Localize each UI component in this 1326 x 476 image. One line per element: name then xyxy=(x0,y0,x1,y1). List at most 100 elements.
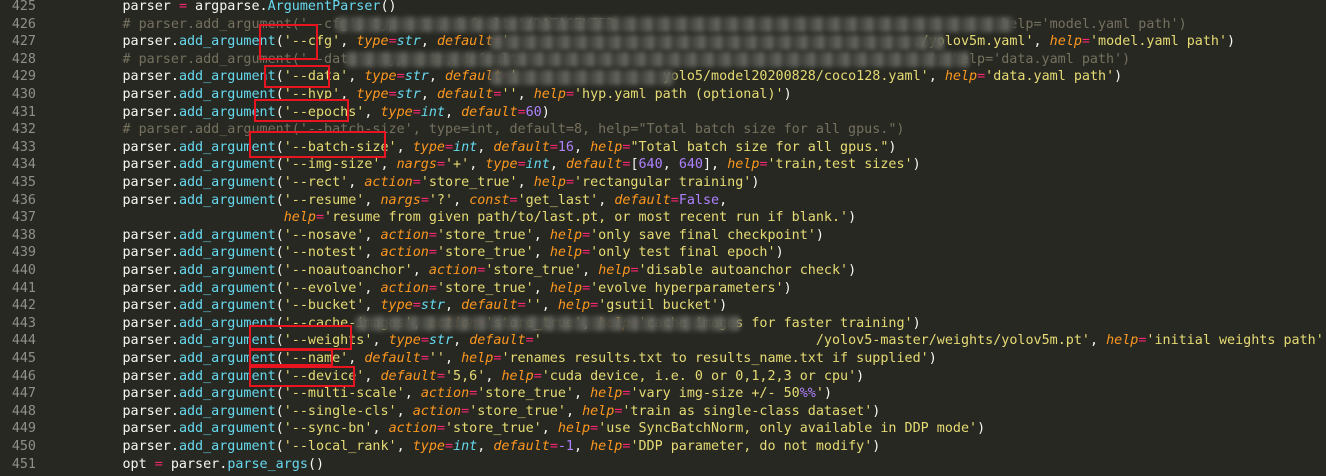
code-token: = xyxy=(436,421,445,437)
line-number: 429 xyxy=(11,69,36,85)
code-token: , xyxy=(574,139,591,155)
code-token: , xyxy=(1089,333,1107,349)
line-number: 444 xyxy=(11,333,36,349)
line-number: 437 xyxy=(11,210,36,226)
code-token: action xyxy=(412,403,462,419)
code-token: , xyxy=(574,439,591,454)
code-token: () xyxy=(380,0,397,14)
code-line[interactable]: 441 parser.add_argument('--evolve', acti… xyxy=(0,280,1326,298)
code-token: 60 xyxy=(525,104,542,120)
code-text: parser.add_argument('--img-size', nargs=… xyxy=(58,156,1326,174)
code-token: action xyxy=(380,245,429,261)
code-line[interactable]: 437 help='resume from given path/to/last… xyxy=(0,209,1326,227)
code-line[interactable]: 451 opt = parser.parse_args() xyxy=(0,456,1326,474)
code-token: help xyxy=(283,210,316,226)
code-line[interactable]: 450 parser.add_argument('--local_rank', … xyxy=(0,438,1326,456)
line-number: 441 xyxy=(11,280,36,296)
code-token: 'store_true' xyxy=(436,227,534,243)
code-token: parser. xyxy=(58,421,179,437)
code-token: = xyxy=(549,139,558,155)
code-token: = xyxy=(517,298,526,314)
code-token: '' xyxy=(501,87,518,102)
code-text: parser.add_argument('--resume', nargs='?… xyxy=(58,192,1326,210)
code-token: ( xyxy=(275,245,284,261)
code-line[interactable]: 425 parser = argparse.ArgumentParser() xyxy=(0,0,1326,16)
code-token: ) xyxy=(848,263,857,278)
code-token: = xyxy=(436,368,445,384)
code-token: 'disable autoanchor check' xyxy=(638,263,849,278)
code-token: parser. xyxy=(58,245,179,261)
code-token: type xyxy=(356,34,389,50)
code-line[interactable]: 435 parser.add_argument('--rect', action… xyxy=(0,174,1326,192)
code-text: parser.add_argument('--data', type=str, … xyxy=(58,68,1326,86)
code-line[interactable]: 433 parser.add_argument('--batch-size', … xyxy=(0,139,1326,157)
code-token: default xyxy=(493,139,550,155)
code-token: , xyxy=(396,403,413,419)
code-token: add_argument xyxy=(178,157,276,173)
code-token: [ xyxy=(630,157,639,173)
code-line[interactable]: 439 parser.add_argument('--notest', acti… xyxy=(0,244,1326,262)
code-token: , xyxy=(541,298,558,314)
code-token: add_argument xyxy=(178,245,276,261)
code-line[interactable]: 430 parser.add_argument('--hyp', type=st… xyxy=(0,86,1326,104)
code-token: 'cuda device, i.e. 0 or 0,1,2,3 or cpu' xyxy=(541,368,857,384)
code-token: ) xyxy=(888,139,897,155)
code-token: parser. xyxy=(58,368,179,384)
code-token: = xyxy=(509,192,518,208)
code-line[interactable]: 438 parser.add_argument('--nosave', acti… xyxy=(0,227,1326,245)
code-token: 'gsutil bucket' xyxy=(598,298,720,314)
code-token: , xyxy=(662,157,679,173)
code-token: parser. xyxy=(58,87,179,102)
code-token: 'store_true' xyxy=(420,175,518,190)
code-token: '--single-cls' xyxy=(283,403,397,419)
code-token: ArgumentParser xyxy=(267,0,381,14)
code-token: , xyxy=(719,192,728,208)
code-token: = xyxy=(412,104,421,120)
code-token: , xyxy=(453,192,470,208)
code-token: type xyxy=(380,298,413,314)
code-token: , xyxy=(364,280,381,296)
code-line[interactable]: 436 parser.add_argument('--resume', narg… xyxy=(0,192,1326,210)
code-token: ) xyxy=(977,421,986,437)
code-token: '' xyxy=(428,351,445,366)
code-token: help xyxy=(557,421,591,437)
code-token: nargs xyxy=(380,192,421,208)
code-token: add_argument xyxy=(178,263,276,278)
code-token: add_argument xyxy=(178,403,276,419)
code-token: type xyxy=(364,69,397,85)
code-token: , xyxy=(485,368,502,384)
code-token: str xyxy=(428,333,454,349)
code-token: = xyxy=(461,403,470,419)
code-text: parser.add_argument('--notest', action='… xyxy=(58,244,1326,262)
code-line[interactable]: 447 parser.add_argument('--multi-scale',… xyxy=(0,385,1326,403)
code-line[interactable]: 444 parser.add_argument('--weights', typ… xyxy=(0,332,1326,350)
code-token: int xyxy=(525,157,550,173)
code-token: type xyxy=(412,139,445,155)
code-line[interactable]: 448 parser.add_argument('--single-cls', … xyxy=(0,403,1326,421)
code-token: add_argument xyxy=(178,227,276,243)
code-editor[interactable]: 425 parser = argparse.ArgumentParser() 42… xyxy=(0,0,1326,476)
redaction-blur xyxy=(490,69,675,85)
code-token: str xyxy=(396,87,421,102)
code-line[interactable]: 431 parser.add_argument('--epochs', type… xyxy=(0,104,1326,122)
code-token: = xyxy=(420,351,429,366)
code-token: , xyxy=(549,157,566,173)
code-line[interactable]: 449 parser.add_argument('--sync-bn', act… xyxy=(0,420,1326,438)
code-line[interactable]: 434 parser.add_argument('--img-size', na… xyxy=(0,156,1326,174)
code-line[interactable]: 440 parser.add_argument('--noautoanchor'… xyxy=(0,262,1326,280)
code-token: , xyxy=(598,192,615,208)
code-line[interactable]: 445 parser.add_argument('--name', defaul… xyxy=(0,350,1326,368)
code-token: '--rect' xyxy=(283,175,349,190)
code-token: ' xyxy=(533,333,542,349)
code-token: help xyxy=(590,386,623,402)
code-token: 16 xyxy=(557,139,574,155)
code-token: , xyxy=(404,386,421,402)
code-line[interactable]: 446 parser.add_argument('--device', defa… xyxy=(0,368,1326,386)
code-token: parser xyxy=(58,0,179,14)
cfg-highlight-box xyxy=(259,24,318,60)
code-token: type xyxy=(356,87,389,102)
code-token: ' xyxy=(815,386,824,402)
code-token: , xyxy=(396,139,413,155)
code-line[interactable]: 432 # parser.add_argument('--batch-size'… xyxy=(0,121,1326,139)
code-line[interactable]: 442 parser.add_argument('--bucket', type… xyxy=(0,297,1326,315)
